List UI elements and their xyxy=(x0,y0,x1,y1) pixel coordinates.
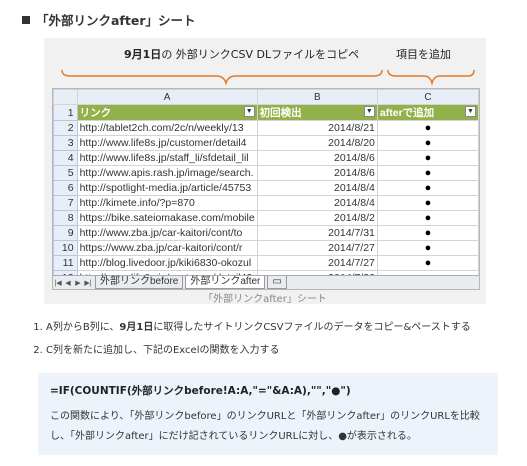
table-row: 5 http://www.apis.rash.jp/image/search. … xyxy=(53,165,479,181)
cell-link[interactable]: http://www.life8s.jp/staff_li/sfdetail_l… xyxy=(76,150,258,166)
column-header-c[interactable]: C xyxy=(376,89,479,105)
header-cell-link-label: リンク xyxy=(79,107,112,119)
row-number[interactable]: 2 xyxy=(53,120,78,136)
header-cell-first-detected-label: 初回検出 xyxy=(259,107,302,119)
brace-left xyxy=(61,69,383,86)
step-text-post: に取得したサイトリンクCSVファイルのデータをコピー&ペーストする xyxy=(153,322,471,333)
table-row: 8 https://bike.sateiomakase.com/mobile 2… xyxy=(53,210,479,226)
steps-list: A列からB列に、9月1日に取得したサイトリンクCSVファイルのデータをコピー&ペ… xyxy=(28,318,471,364)
cell-link[interactable]: http://www.zba.jp/car-kaitori/cont/to xyxy=(76,225,258,241)
sheet-tab-bar: |◀ ◀ ▶ ▶| 外部リンクbefore 外部リンクafter ▭ xyxy=(53,275,479,289)
cell-link[interactable]: http://spotlight-media.jp/article/45753 xyxy=(76,180,258,196)
step-text-bold: 9月1日 xyxy=(119,322,154,333)
screenshot-figure: 9月1日の 外部リンクCSV DLファイルをコピペ 項目を追加 A B C 1 … xyxy=(44,38,486,305)
table-row: 6 http://spotlight-media.jp/article/4575… xyxy=(53,180,479,196)
filter-dropdown-icon[interactable]: ▼ xyxy=(363,106,375,117)
table-header-row: 1 リンク ▼ 初回検出 ▼ afterで追加 ▼ xyxy=(53,104,479,121)
cell-link[interactable]: https://bike.sateiomakase.com/mobile xyxy=(76,210,258,226)
cell-date[interactable]: 2014/8/2 xyxy=(256,210,378,226)
cell-link[interactable]: http://www.apis.rash.jp/image/search. xyxy=(76,165,258,181)
last-sheet-icon[interactable]: ▶| xyxy=(83,279,93,287)
cell-marker[interactable]: ● xyxy=(376,165,479,181)
cell-date[interactable]: 2014/8/6 xyxy=(256,150,378,166)
header-cell-added-after[interactable]: afterで追加 ▼ xyxy=(376,104,479,121)
cell-link[interactable]: http://tablet2ch.com/2c/n/weekly/13 xyxy=(76,120,258,136)
next-sheet-icon[interactable]: ▶ xyxy=(73,279,83,287)
section-heading: 「外部リンクafter」シート xyxy=(22,10,196,29)
select-all-corner[interactable] xyxy=(53,89,78,105)
row-number[interactable]: 9 xyxy=(53,225,78,241)
cell-date[interactable]: 2014/7/31 xyxy=(256,225,378,241)
cell-marker[interactable]: ● xyxy=(376,120,479,136)
spreadsheet-grid: A B C 1 リンク ▼ 初回検出 ▼ afterで追加 ▼ 2 http://ta… xyxy=(53,89,479,286)
header-cell-added-after-label: afterで追加 xyxy=(379,107,435,119)
annotation-left-text: の 外部リンクCSV DLファイルをコピペ xyxy=(161,48,360,61)
cell-marker[interactable]: ● xyxy=(376,150,479,166)
step-text-pre: A列からB列に、 xyxy=(46,322,120,333)
row-number[interactable]: 11 xyxy=(53,255,78,271)
prev-sheet-icon[interactable]: ◀ xyxy=(63,279,73,287)
table-row: 9 http://www.zba.jp/car-kaitori/cont/to … xyxy=(53,225,479,241)
row-number[interactable]: 1 xyxy=(53,104,78,121)
table-row: 11 http://blog.livedoor.jp/kiki6830-okoz… xyxy=(53,255,479,271)
filter-dropdown-icon[interactable]: ▼ xyxy=(243,106,255,117)
row-number[interactable]: 7 xyxy=(53,195,78,211)
row-number[interactable]: 8 xyxy=(53,210,78,226)
cell-marker[interactable]: ● xyxy=(376,135,479,151)
row-number[interactable]: 5 xyxy=(53,165,78,181)
row-number[interactable]: 10 xyxy=(53,240,78,256)
filter-active-icon[interactable]: ▼ xyxy=(465,106,476,117)
section-heading-text: 「外部リンクafter」シート xyxy=(36,13,196,28)
new-sheet-icon[interactable]: ▭ xyxy=(267,276,287,289)
table-row: 4 http://www.life8s.jp/staff_li/sfdetail… xyxy=(53,150,479,166)
annotation-right: 項目を追加 xyxy=(396,48,451,61)
row-number[interactable]: 3 xyxy=(53,135,78,151)
row-number[interactable]: 6 xyxy=(53,180,78,196)
cell-date[interactable]: 2014/8/4 xyxy=(256,195,378,211)
column-header-b[interactable]: B xyxy=(256,89,378,105)
annotation-left-date: 9月1日 xyxy=(124,48,162,61)
cell-marker[interactable]: ● xyxy=(376,225,479,241)
list-item: A列からB列に、9月1日に取得したサイトリンクCSVファイルのデータをコピー&ペ… xyxy=(46,318,471,333)
cell-marker[interactable]: ● xyxy=(376,195,479,211)
cell-link[interactable]: http://www.life8s.jp/customer/detail4 xyxy=(76,135,258,151)
cell-marker[interactable]: ● xyxy=(376,180,479,196)
header-cell-first-detected[interactable]: 初回検出 ▼ xyxy=(256,104,378,121)
sheet-tab-after[interactable]: 外部リンクafter xyxy=(185,276,266,289)
cell-link[interactable]: http://blog.livedoor.jp/kiki6830-okozul xyxy=(76,255,258,271)
table-row: 2 http://tablet2ch.com/2c/n/weekly/13 20… xyxy=(53,120,479,136)
column-header-a[interactable]: A xyxy=(76,89,258,105)
table-row: 3 http://www.life8s.jp/customer/detail4 … xyxy=(53,135,479,151)
figure-caption: 「外部リンクafter」シート xyxy=(203,294,327,305)
table-row: 10 https://www.zba.jp/car-kaitori/cont/r… xyxy=(53,240,479,256)
brace-right xyxy=(387,69,475,86)
cell-date[interactable]: 2014/7/27 xyxy=(256,240,378,256)
step-text-pre: C列を新たに追加し、下記のExcelの関数を入力する xyxy=(46,345,280,356)
formula-description: この関数により、「外部リンクbefore」のリンクURLと「外部リンクafter… xyxy=(50,411,480,442)
excel-formula: =IF(COUNTIF(外部リンクbefore!A:A,"="&A:A),"",… xyxy=(50,385,351,397)
cell-date[interactable]: 2014/8/6 xyxy=(256,165,378,181)
cell-marker[interactable]: ● xyxy=(376,210,479,226)
cell-link[interactable]: https://www.zba.jp/car-kaitori/cont/r xyxy=(76,240,258,256)
annotation-braces xyxy=(61,69,475,86)
table-row: 7 http://kimete.info/?p=870 2014/8/4 ● xyxy=(53,195,479,211)
formula-box: =IF(COUNTIF(外部リンクbefore!A:A,"="&A:A),"",… xyxy=(38,373,498,455)
sheet-tab-before[interactable]: 外部リンクbefore xyxy=(95,276,184,289)
annotation-left: 9月1日の 外部リンクCSV DLファイルをコピペ xyxy=(124,46,359,62)
row-number[interactable]: 4 xyxy=(53,150,78,166)
cell-link[interactable]: http://kimete.info/?p=870 xyxy=(76,195,258,211)
column-header-row: A B C xyxy=(53,89,479,105)
cell-marker[interactable]: ● xyxy=(376,255,479,271)
list-item: C列を新たに追加し、下記のExcelの関数を入力する xyxy=(46,341,471,356)
excel-sheet: A B C 1 リンク ▼ 初回検出 ▼ afterで追加 ▼ 2 http://ta… xyxy=(52,88,480,290)
cell-date[interactable]: 2014/7/27 xyxy=(256,255,378,271)
square-bullet-icon xyxy=(22,15,30,24)
first-sheet-icon[interactable]: |◀ xyxy=(53,279,63,287)
cell-date[interactable]: 2014/8/20 xyxy=(256,135,378,151)
header-cell-link[interactable]: リンク ▼ xyxy=(76,104,258,121)
cell-date[interactable]: 2014/8/21 xyxy=(256,120,378,136)
cell-date[interactable]: 2014/8/4 xyxy=(256,180,378,196)
cell-marker[interactable]: ● xyxy=(376,240,479,256)
